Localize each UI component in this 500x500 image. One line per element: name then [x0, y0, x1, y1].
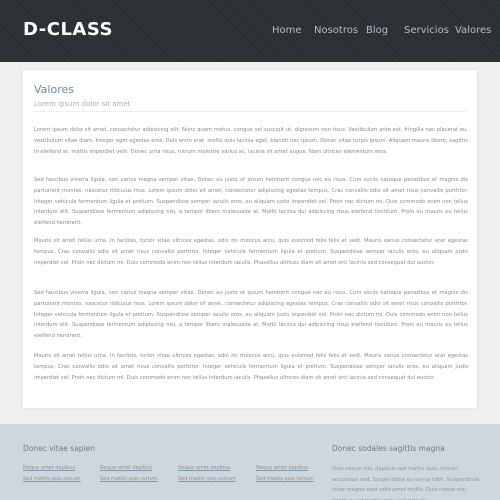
nav-home[interactable]: Home [272, 25, 302, 36]
footer-left-title: Donec vitae sapien [23, 444, 96, 453]
nav-servicios[interactable]: Servicios [404, 25, 449, 36]
title-divider [34, 111, 466, 112]
page-title: Valores [34, 83, 74, 96]
nav-nosotros[interactable]: Nosotros [314, 25, 358, 36]
paragraph-1: Lorem ipsum dolor sit amet, consectetur … [34, 127, 468, 155]
site-footer: Donec vitae sapien Neque amet dapibus Se… [0, 424, 500, 500]
site-header: D-CLASS Home Nosotros Blog Servicios Val… [0, 0, 500, 62]
paragraph-4: Sed faucibus viverra ligula, non varius … [34, 290, 468, 340]
footer-link[interactable]: Neque amet dapibus [23, 465, 75, 471]
footer-link[interactable]: Sed mattis quis rutrum [178, 476, 236, 482]
page-subtitle: Lorem ipsum dolor sit amet [34, 100, 131, 108]
nav-valores[interactable]: Valores [455, 25, 491, 36]
footer-link[interactable]: Neque amet dapibus [256, 465, 308, 471]
footer-link[interactable]: Sed mattis quis rutrum [100, 476, 158, 482]
footer-right-title: Donec sodales sagittis magna [332, 444, 445, 453]
footer-link[interactable]: Neque amet dapibus [100, 465, 152, 471]
main-nav: Home Nosotros Blog Servicios Valores [0, 25, 500, 39]
footer-right-text: Duis neque nisi, dapibus sed mattis quis… [332, 466, 480, 500]
paragraph-2: Sed faucibus viverra ligula, non varius … [34, 177, 468, 227]
paragraph-3: Mauris sit amet tellus urna. In facilisi… [34, 238, 468, 266]
paragraph-5: Mauris sit amet tellus urna. In facilisi… [34, 353, 468, 381]
content-card: Valores Lorem ipsum dolor sit amet Lorem… [23, 70, 477, 408]
footer-link[interactable]: Sed mattis quis rutrum [256, 476, 314, 482]
footer-link[interactable]: Neque amet dapibus [178, 465, 230, 471]
footer-link[interactable]: Sed mattis quis rutrum [23, 476, 81, 482]
nav-blog[interactable]: Blog [366, 25, 388, 36]
